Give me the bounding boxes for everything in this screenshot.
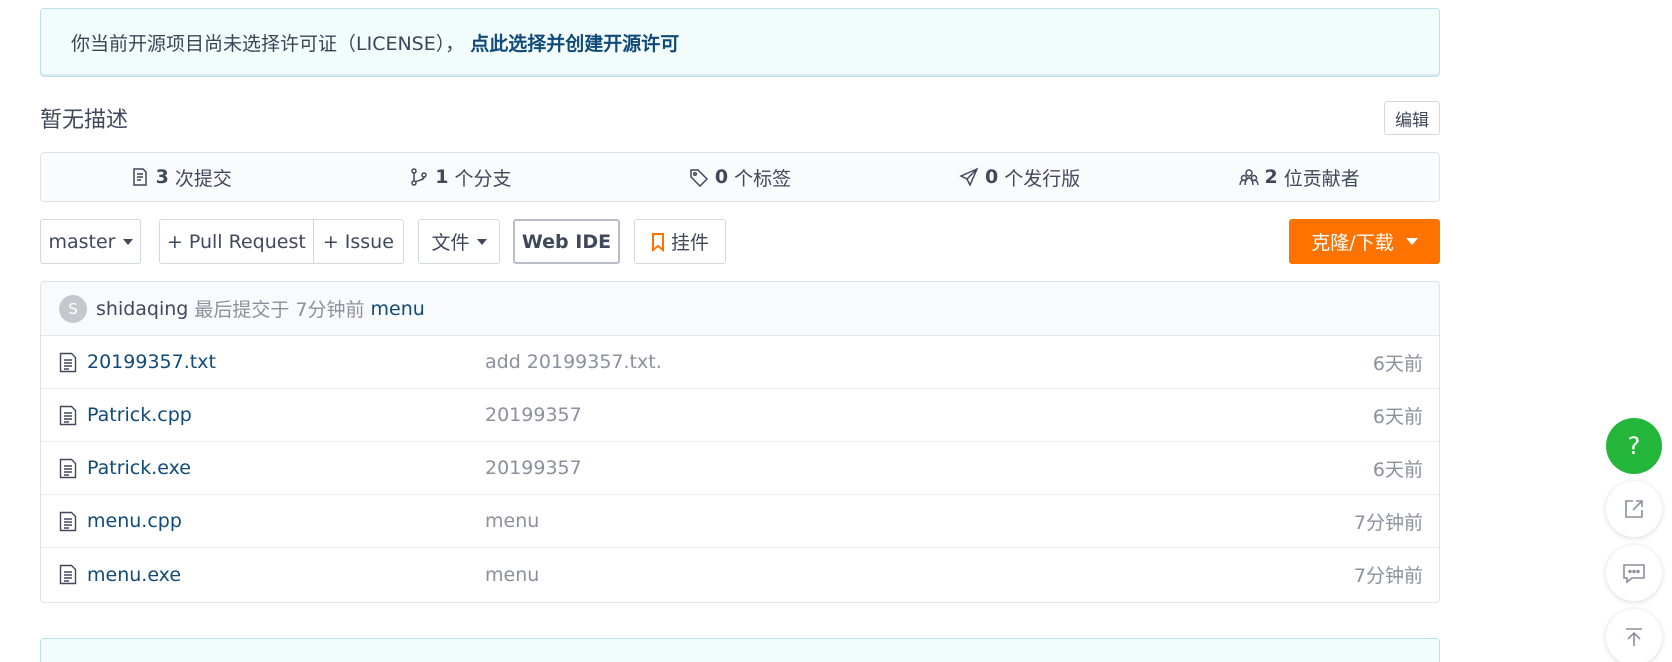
widget-button[interactable]: 挂件 xyxy=(634,219,726,264)
stat-releases[interactable]: 0 个发行版 xyxy=(880,164,1160,191)
clone-download-button[interactable]: 克隆/下载 xyxy=(1289,219,1440,264)
file-commit-link[interactable]: 20199357 xyxy=(485,457,582,479)
chevron-down-icon xyxy=(1405,238,1418,245)
create-license-link[interactable]: 点此选择并创建开源许可 xyxy=(470,29,679,56)
file-name-link[interactable]: Patrick.exe xyxy=(87,457,191,479)
stat-commits-label: 次提交 xyxy=(174,167,232,190)
repository-page: 你当前开源项目尚未选择许可证（LICENSE）， 点此选择并创建开源许可 暂无描… xyxy=(0,0,1672,662)
branch-icon xyxy=(411,168,428,186)
file-commit-link[interactable]: menu xyxy=(485,564,539,586)
file-row[interactable]: menu.cpp menu 7分钟前 xyxy=(41,495,1439,548)
chevron-down-icon xyxy=(476,238,487,245)
stat-commits[interactable]: 3 次提交 xyxy=(41,164,321,191)
stat-branches-label: 个分支 xyxy=(454,167,512,190)
file-icon xyxy=(59,511,77,532)
file-commit-link[interactable]: menu xyxy=(485,510,539,532)
file-icon xyxy=(59,352,77,373)
stat-branches-count: 1 xyxy=(435,166,449,188)
repo-description: 暂无描述 xyxy=(40,108,129,133)
new-pull-request-button[interactable]: + Pull Request xyxy=(160,220,314,263)
readme-banner xyxy=(40,638,1440,662)
commit-meta: 最后提交于 7分钟前 xyxy=(194,299,365,321)
file-name-link[interactable]: Patrick.cpp xyxy=(87,404,192,426)
pr-issue-group: + Pull Request + Issue xyxy=(159,219,404,264)
stat-releases-count: 0 xyxy=(984,166,999,188)
file-row[interactable]: Patrick.exe 20199357 6天前 xyxy=(41,442,1439,495)
repo-toolbar: master + Pull Request + Issue 文件 Web IDE… xyxy=(40,219,1440,264)
help-button[interactable]: ? xyxy=(1606,418,1662,474)
new-issue-button[interactable]: + Issue xyxy=(314,220,403,263)
file-time: 6天前 xyxy=(1372,352,1423,375)
widget-label: 挂件 xyxy=(670,232,709,254)
branch-select[interactable]: master xyxy=(40,219,141,264)
stat-tags-count: 0 xyxy=(714,166,729,188)
share-button[interactable] xyxy=(1606,481,1662,537)
tag-icon xyxy=(690,169,708,187)
stat-releases-label: 个发行版 xyxy=(1004,167,1081,190)
stat-tags[interactable]: 0 个标签 xyxy=(600,164,880,191)
arrow-up-icon xyxy=(1626,628,1642,646)
license-notice-text: 你当前开源项目尚未选择许可证（LICENSE）， xyxy=(71,33,465,55)
contributors-icon xyxy=(1238,169,1259,186)
file-icon xyxy=(59,405,77,426)
file-time: 6天前 xyxy=(1372,405,1423,428)
file-time: 7分钟前 xyxy=(1353,565,1423,587)
comment-icon xyxy=(1623,564,1645,584)
file-commit-link[interactable]: 20199357 xyxy=(485,404,582,426)
release-icon xyxy=(959,167,979,187)
stat-tags-label: 个标签 xyxy=(734,167,792,190)
bookmark-icon xyxy=(651,232,664,252)
file-time: 7分钟前 xyxy=(1353,511,1423,534)
file-row[interactable]: menu.exe menu 7分钟前 xyxy=(41,548,1439,601)
share-icon xyxy=(1625,500,1643,518)
branch-select-label: master xyxy=(48,230,116,253)
file-menu-button[interactable]: 文件 xyxy=(418,219,500,264)
last-commit-row: S shidaqing 最后提交于 7分钟前 menu xyxy=(41,282,1439,336)
clone-download-label: 克隆/下载 xyxy=(1311,232,1394,254)
file-list: S shidaqing 最后提交于 7分钟前 menu 20199357.txt… xyxy=(40,281,1440,603)
file-menu-label: 文件 xyxy=(431,232,470,254)
file-icon xyxy=(59,564,77,585)
web-ide-button[interactable]: Web IDE xyxy=(513,219,620,264)
commit-message-link[interactable]: menu xyxy=(371,298,425,320)
chevron-down-icon xyxy=(122,238,133,245)
back-to-top-button[interactable] xyxy=(1606,609,1662,662)
commit-icon xyxy=(132,168,147,186)
stat-commits-count: 3 xyxy=(155,166,169,188)
commit-author[interactable]: shidaqing xyxy=(96,298,188,320)
file-commit-link[interactable]: add 20199357.txt. xyxy=(485,351,662,373)
avatar[interactable]: S xyxy=(59,294,87,323)
file-row[interactable]: Patrick.cpp 20199357 6天前 xyxy=(41,389,1439,442)
stat-contributors[interactable]: 2 位贡献者 xyxy=(1159,164,1439,191)
help-icon: ? xyxy=(1627,432,1641,460)
file-name-link[interactable]: menu.cpp xyxy=(87,510,182,532)
license-notice: 你当前开源项目尚未选择许可证（LICENSE）， 点此选择并创建开源许可 xyxy=(40,8,1440,77)
repo-stats-bar: 3 次提交 1 个分支 0 个标签 0 个发行版 2 位贡献者 xyxy=(40,152,1440,202)
file-name-link[interactable]: menu.exe xyxy=(87,564,181,586)
file-row[interactable]: 20199357.txt add 20199357.txt. 6天前 xyxy=(41,336,1439,389)
stat-branches[interactable]: 1 个分支 xyxy=(321,164,601,191)
description-row: 暂无描述 编辑 xyxy=(40,100,1440,136)
stat-contributors-label: 位贡献者 xyxy=(1283,167,1360,190)
edit-description-button[interactable]: 编辑 xyxy=(1384,101,1440,135)
file-time: 6天前 xyxy=(1372,458,1423,481)
stat-contributors-count: 2 xyxy=(1264,166,1278,188)
feedback-button[interactable] xyxy=(1606,545,1662,601)
file-name-link[interactable]: 20199357.txt xyxy=(87,351,216,373)
file-icon xyxy=(59,458,77,479)
